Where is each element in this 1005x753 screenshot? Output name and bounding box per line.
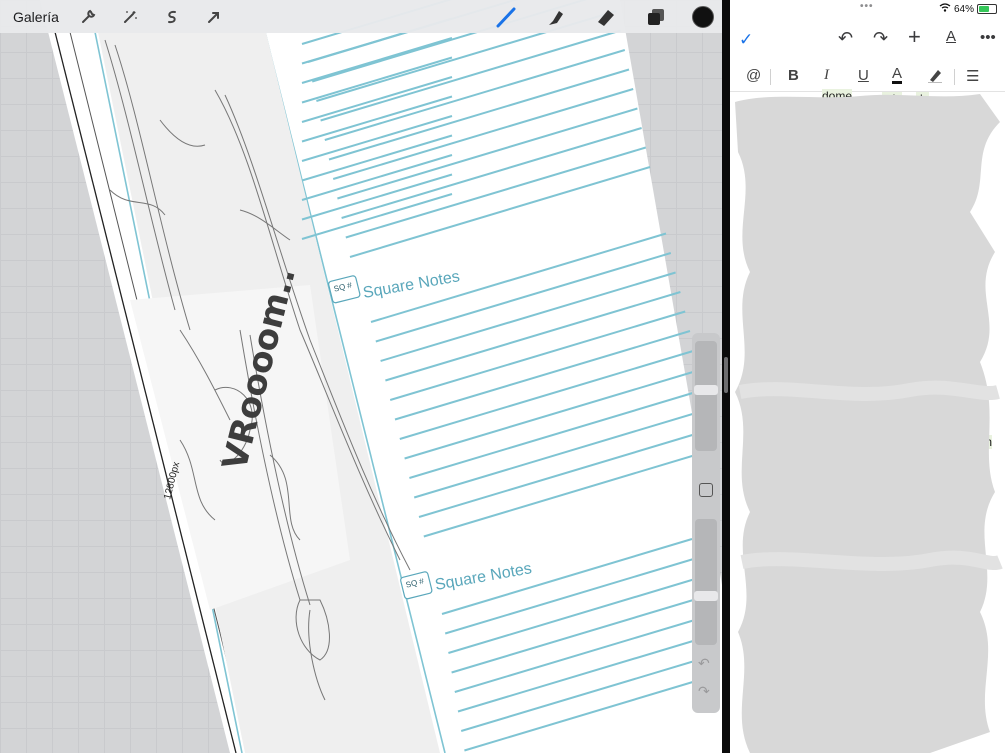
selection-s-icon[interactable] — [158, 3, 186, 31]
plus-icon[interactable]: + — [908, 24, 921, 50]
brush-size-slider[interactable] — [695, 341, 717, 451]
brush-size-thumb[interactable] — [694, 385, 718, 395]
magic-wand-icon[interactable] — [116, 3, 144, 31]
highlight-icon[interactable] — [927, 67, 943, 87]
left-tools — [74, 3, 228, 31]
smudge-icon[interactable] — [542, 3, 570, 31]
drawing-app: 12800px VRoooom.. SQ # Square Notes SQ #… — [0, 0, 722, 753]
more-icon[interactable]: ••• — [980, 29, 996, 46]
status-right: 64% — [939, 3, 997, 15]
document-body[interactable]: dome eda de oja ual rar el ban cer gol e… — [730, 89, 1005, 753]
layers-icon[interactable] — [642, 3, 670, 31]
list-icon[interactable]: ☰ — [966, 67, 979, 85]
opacity-thumb[interactable] — [694, 591, 718, 601]
modify-button[interactable] — [699, 483, 713, 497]
redaction-scribble — [735, 94, 1003, 753]
bold-icon[interactable]: B — [788, 67, 799, 84]
gallery-button[interactable]: Galería — [13, 9, 59, 25]
redo-icon[interactable]: ↷ — [698, 683, 710, 700]
doc-toolbar: ✓ ↶ ↷ + A ••• — [730, 22, 1005, 58]
eraser-icon[interactable] — [592, 3, 620, 31]
battery-fill — [979, 6, 989, 12]
italic-icon[interactable]: I — [824, 67, 829, 84]
battery-icon — [977, 4, 997, 14]
transform-arrow-icon[interactable] — [200, 3, 228, 31]
right-tools — [492, 3, 714, 31]
redo-icon[interactable]: ↷ — [873, 28, 888, 49]
opacity-slider[interactable] — [695, 519, 717, 645]
battery-percent: 64% — [953, 3, 974, 15]
drawing-canvas[interactable]: 12800px VRoooom.. SQ # Square Notes SQ #… — [0, 0, 722, 753]
multitask-dots[interactable]: ••• — [860, 1, 874, 12]
brush-icon[interactable] — [492, 3, 520, 31]
wifi-icon — [939, 3, 951, 15]
undo-icon[interactable]: ↶ — [838, 28, 853, 49]
underline-icon[interactable]: U — [858, 67, 869, 84]
text-format-icon[interactable]: A — [946, 28, 956, 45]
sidebar-sliders: ↶ ↷ — [692, 333, 720, 713]
color-swatch[interactable] — [692, 5, 714, 28]
document-app: ••• 64% ✓ ↶ ↷ + A ••• @ B I U A ☰ dome e… — [730, 0, 1005, 753]
split-view-handle[interactable] — [724, 357, 728, 393]
format-bar: @ B I U A ☰ — [730, 62, 1005, 92]
checkmark-icon[interactable]: ✓ — [739, 30, 753, 50]
text-color-icon[interactable]: A — [892, 66, 903, 84]
mention-icon[interactable]: @ — [746, 67, 761, 84]
procreate-toolbar: Galería — [0, 0, 722, 33]
status-bar: ••• 64% — [730, 0, 1005, 18]
undo-icon[interactable]: ↶ — [698, 655, 710, 672]
wrench-icon[interactable] — [74, 3, 102, 31]
